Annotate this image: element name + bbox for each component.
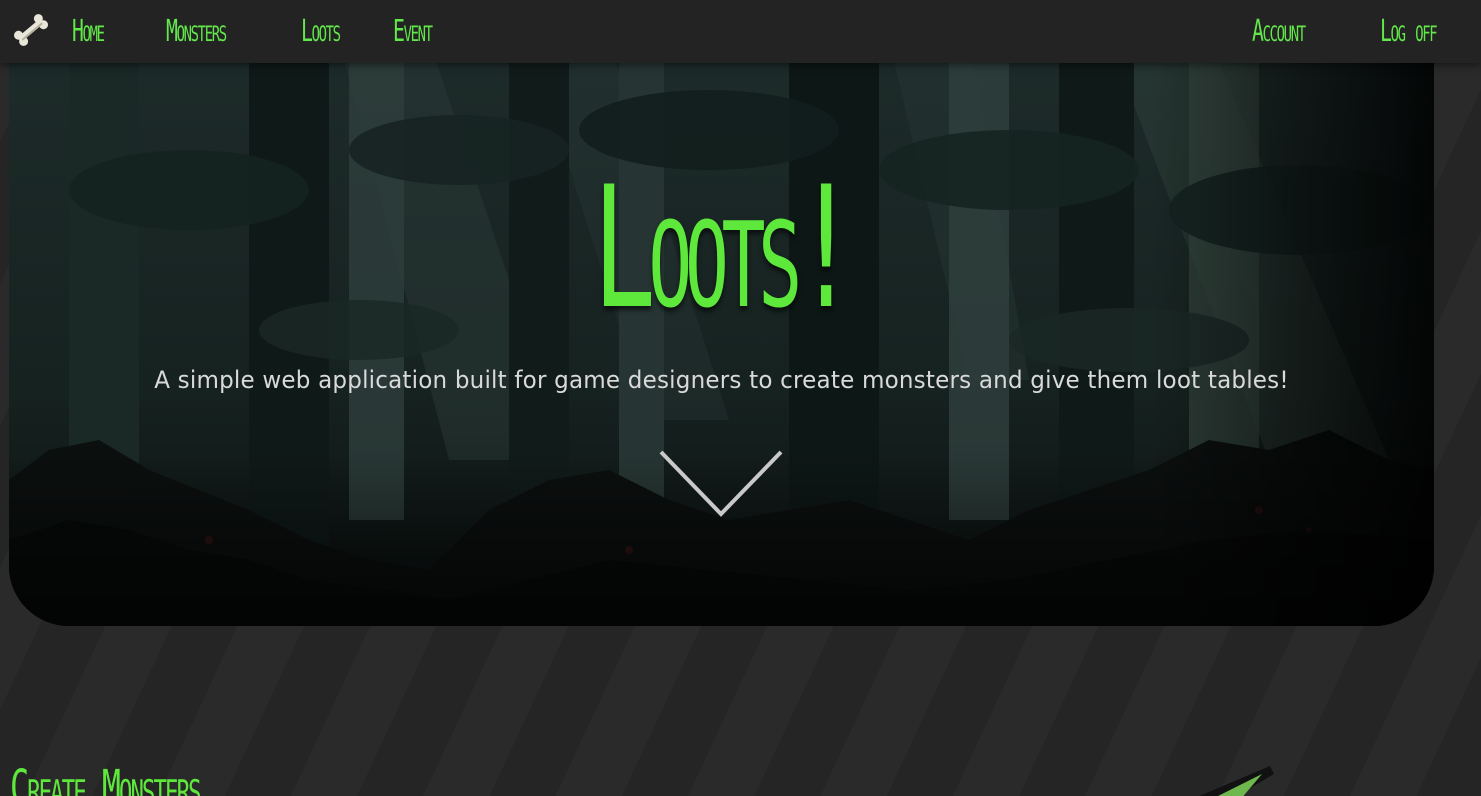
- navbar: Home Monsters Loots Event Account Log of…: [0, 0, 1481, 63]
- hero-banner: Loots! A simple web application built fo…: [9, 40, 1434, 626]
- nav-event-link[interactable]: Event: [393, 10, 433, 54]
- hero-title: Loots!: [593, 150, 857, 346]
- chevron-down-icon[interactable]: [657, 448, 785, 520]
- nav-logoff-link[interactable]: Log off: [1380, 10, 1438, 54]
- nav-loots-link[interactable]: Loots: [301, 10, 341, 54]
- page: Loots! A simple web application built fo…: [0, 0, 1481, 796]
- bone-icon[interactable]: [10, 9, 52, 51]
- nav-account-link[interactable]: Account: [1252, 10, 1306, 54]
- hero-subtitle: A simple web application built for game …: [154, 366, 1289, 394]
- nav-home-link[interactable]: Home: [72, 10, 105, 54]
- monster-art-image: [1199, 766, 1274, 796]
- section-heading: Create Monsters: [10, 760, 202, 796]
- nav-monsters-link[interactable]: Monsters: [166, 10, 227, 54]
